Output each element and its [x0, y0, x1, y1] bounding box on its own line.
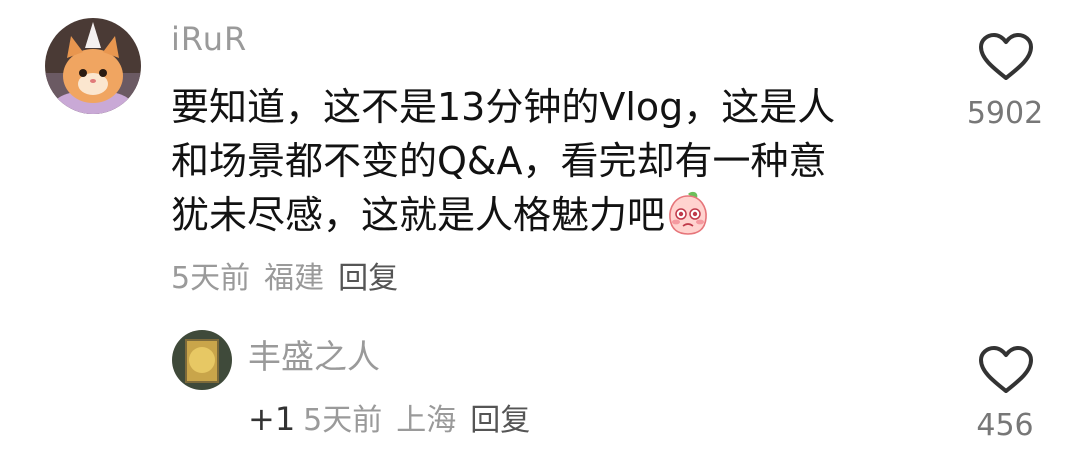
comment-location: 福建: [264, 261, 325, 296]
reply-body: +1: [248, 400, 296, 438]
reply-avatar[interactable]: [172, 330, 232, 390]
comment-line: 犹未尽感，这就是人格魅力吧: [171, 188, 931, 242]
reply-avatar-image: [172, 330, 232, 390]
comment-body: 要知道，这不是13分钟的Vlog，这是人 和场景都不变的Q&A，看完却有一种意 …: [171, 80, 931, 242]
reply-button[interactable]: 回复: [338, 261, 398, 296]
reply-location: 上海: [396, 403, 457, 438]
like-count: 5902: [966, 96, 1044, 131]
cat-avatar-image: [45, 18, 141, 114]
reply-username[interactable]: 丰盛之人: [248, 330, 380, 378]
heart-icon: [979, 346, 1033, 393]
comment-time: 5天前: [171, 261, 251, 296]
reply-time: 5天前: [303, 403, 383, 438]
commenter-username[interactable]: iRuR: [171, 20, 247, 58]
comment-line: 和场景都不变的Q&A，看完却有一种意: [171, 139, 827, 183]
commenter-avatar[interactable]: [45, 18, 141, 114]
shy-peach-emoji-icon: [669, 191, 707, 235]
comment-meta: 5天前 福建 回复: [171, 253, 412, 297]
heart-icon: [979, 33, 1033, 80]
reply-to-reply-button[interactable]: 回复: [470, 403, 530, 438]
reply-like-count: 456: [976, 408, 1034, 443]
like-button[interactable]: [978, 32, 1034, 82]
reply-like-button[interactable]: [978, 345, 1034, 395]
comment-line: 要知道，这不是13分钟的Vlog，这是人: [171, 85, 836, 129]
reply-meta: +1 5天前 上海 回复: [248, 395, 544, 439]
comment-line-text: 犹未尽感，这就是人格魅力吧: [171, 193, 666, 237]
